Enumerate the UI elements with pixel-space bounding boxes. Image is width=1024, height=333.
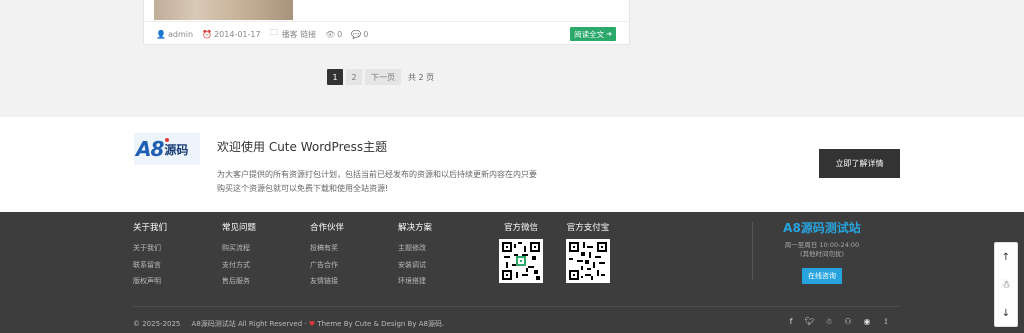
twitter-icon[interactable]: 🐦︎ [802, 317, 818, 327]
meta-date: ⏰ 2014-01-17 [202, 30, 261, 39]
arrow-right-icon: ➜ [606, 30, 612, 38]
site-info: A8源码测试站 周一至周日 10:00-24:00 (其他时间勿扰) 在线咨询 [760, 219, 884, 284]
learn-more-button[interactable]: 立即了解详情 [819, 149, 900, 178]
wechat-qr-title: 官方微信 [503, 223, 538, 233]
post-meta: 👤 admin ⏰ 2014-01-17 🗀 播客 链接 👁 0 💬 0 [156, 28, 377, 40]
post-card: 👤 admin ⏰ 2014-01-17 🗀 播客 链接 👁 0 💬 0 阅读全… [143, 0, 630, 45]
meta-author[interactable]: 👤 admin [156, 30, 193, 39]
footer-link[interactable]: 环境搭建 [398, 273, 432, 290]
pagination: 1 2 下一页 共 2 页 [327, 69, 441, 85]
wechat-qr-block: 官方微信 [496, 221, 546, 283]
alipay-qr-block: 官方支付宝 [561, 221, 615, 283]
logo-a8: A8 [136, 137, 164, 161]
footer-col-title: 解决方案 [398, 223, 433, 233]
meta-tags[interactable]: 🗀 播客 链接 [270, 27, 317, 41]
qq-icon[interactable]: ☃ [821, 317, 837, 327]
post-thumbnail[interactable] [154, 0, 293, 20]
qq-group-icon[interactable]: ⚇ [840, 317, 856, 327]
copyright-line: © 2025-2025 A8源码测试站 All Right Reserved ·… [133, 320, 445, 328]
copyright-years: © 2025-2025 [133, 320, 181, 328]
meta-views: 👁 0 [325, 30, 342, 39]
footer-col-title: 关于我们 [133, 223, 168, 233]
alipay-qr-code [566, 239, 610, 283]
page-2-button[interactable]: 2 [346, 69, 362, 85]
social-links: f 🐦︎ ☃ ⚇ ◉ ⟟ [780, 317, 894, 327]
alipay-qr-title: 官方支付宝 [566, 223, 610, 233]
card-divider [144, 21, 629, 22]
weibo-icon[interactable]: ◉ [859, 317, 875, 327]
theme-credit[interactable]: Theme By Cute & Design By A8源码. [317, 320, 444, 328]
view-count: 0 [337, 29, 343, 39]
wechat-qr-code [499, 239, 543, 283]
clock-icon: ⏰ [202, 29, 213, 39]
footer-link[interactable]: 购买流程 [222, 240, 256, 257]
qq-icon[interactable]: ☃ [995, 271, 1017, 299]
service-hours: 周一至周日 10:00-24:00 (其他时间勿扰) [760, 241, 884, 259]
eye-icon: 👁 [325, 29, 336, 39]
footer-link[interactable]: 售后服务 [222, 273, 256, 290]
footer-link[interactable]: 主题修改 [398, 240, 432, 257]
read-more-button[interactable]: 阅读全文 ➜ [570, 27, 616, 41]
total-pages: 共 2 页 [408, 72, 435, 82]
footer-col-title: 合作伙伴 [310, 223, 345, 233]
heart-icon: ♥ [308, 320, 316, 328]
copyright-site[interactable]: A8源码测试站 All Right Reserved [192, 320, 303, 328]
read-more-label: 阅读全文 [574, 29, 605, 39]
user-icon: 👤 [156, 29, 166, 39]
folder-icon: 🗀 [270, 28, 279, 37]
footer-col-about: 关于我们 关于我们 联系留言 版权声明 [133, 221, 167, 290]
footer-col-title: 常见问题 [222, 223, 257, 233]
footer-link[interactable]: 广告合作 [310, 257, 344, 274]
cta-description: 为大客户提供的所有资源打包计划，包括当前已经发布的资源和以后持续更新内容在内只要… [217, 170, 537, 193]
arrow-up-icon[interactable]: ↑ [995, 243, 1017, 271]
floating-toolbar: ↑ ☃ ↓ [994, 242, 1018, 327]
footer-link[interactable]: 版权声明 [133, 273, 167, 290]
footer-link[interactable]: 关于我们 [133, 240, 167, 257]
comment-icon: 💬 [351, 29, 362, 39]
author-name: admin [168, 29, 194, 39]
site-name: A8源码测试站 [783, 221, 861, 235]
post-date: 2014-01-17 [214, 29, 261, 39]
footer-divider [752, 222, 753, 280]
service-hours-line2: (其他时间勿扰) [799, 250, 845, 258]
footer-link[interactable]: 投稿有奖 [310, 240, 344, 257]
online-consult-button[interactable]: 在线咨询 [802, 268, 842, 284]
footer-link[interactable]: 支付方式 [222, 257, 256, 274]
arrow-down-icon[interactable]: ↓ [995, 299, 1017, 327]
next-page-button[interactable]: 下一页 [365, 69, 401, 85]
site-logo[interactable]: A8 源码 [134, 133, 200, 165]
footer-link[interactable]: 联系留言 [133, 257, 167, 274]
footer-link[interactable]: 安装调试 [398, 257, 432, 274]
meta-comments[interactable]: 💬 0 [351, 30, 368, 39]
logo-dot [165, 138, 169, 142]
facebook-icon[interactable]: f [783, 317, 799, 327]
page-1-button[interactable]: 1 [327, 69, 343, 85]
footer-hline [133, 306, 900, 307]
logo-text: 源码 [164, 142, 189, 157]
service-hours-line1: 周一至周日 10:00-24:00 [784, 241, 860, 249]
content-area: 👤 admin ⏰ 2014-01-17 🗀 播客 链接 👁 0 💬 0 阅读全… [0, 0, 1024, 117]
footer-col-solutions: 解决方案 主题修改 安装调试 环境搭建 [398, 221, 432, 290]
post-tags: 播客 链接 [281, 29, 317, 39]
footer-col-faq: 常见问题 购买流程 支付方式 售后服务 [222, 221, 256, 290]
cta-title: 欢迎使用 Cute WordPress主题 [217, 140, 388, 154]
footer-link[interactable]: 友情链接 [310, 273, 344, 290]
comment-count: 0 [363, 29, 369, 39]
rss-icon[interactable]: ⟟ [878, 317, 894, 327]
footer-col-partners: 合作伙伴 投稿有奖 广告合作 友情链接 [310, 221, 344, 290]
